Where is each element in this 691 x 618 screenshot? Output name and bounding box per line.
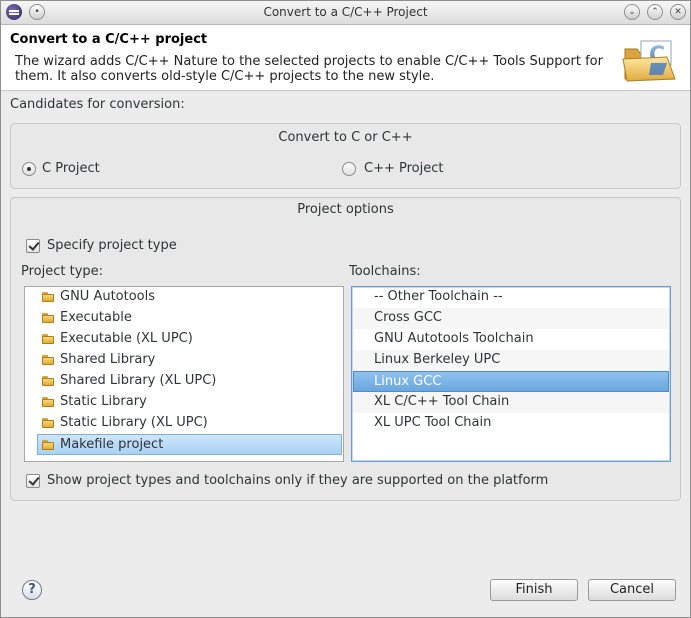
folder-icon (42, 440, 55, 450)
folder-icon (42, 292, 55, 302)
cpp-project-radio[interactable] (342, 162, 356, 176)
cancel-button[interactable]: Cancel (588, 579, 676, 601)
show-supported-only-label[interactable]: Show project types and toolchains only i… (47, 473, 548, 488)
maximize-icon[interactable]: ⌃ (647, 4, 663, 20)
specify-project-type-checkbox[interactable] (26, 239, 40, 253)
list-item[interactable]: Cross GCC (353, 308, 669, 329)
help-icon[interactable]: ? (22, 580, 42, 600)
toolchains-label: Toolchains: (349, 264, 421, 279)
convert-project-dialog: • Convert to a C/C++ Project ⌄ ⌃ ✕ Conve… (0, 0, 691, 618)
project-type-list[interactable]: GNU Autotools Executable Executable (XL … (24, 286, 344, 462)
cpp-project-label[interactable]: C++ Project (364, 161, 443, 176)
folder-icon (42, 376, 55, 386)
folder-icon (42, 355, 55, 365)
candidates-label: Candidates for conversion: (10, 97, 185, 112)
list-item[interactable]: Linux Berkeley UPC (353, 350, 669, 371)
show-supported-only-checkbox[interactable] (26, 474, 40, 488)
wizard-title: Convert to a C/C++ project (10, 32, 208, 47)
toolchains-list[interactable]: -- Other Toolchain -- Cross GCC GNU Auto… (351, 286, 671, 462)
wizard-description: The wizard adds C/C++ Nature to the sele… (15, 54, 603, 84)
list-item[interactable]: Executable (26, 308, 342, 329)
convert-group: Convert to C or C++ C Project C++ Projec… (10, 123, 681, 189)
c-project-radio[interactable] (22, 162, 36, 176)
convert-cpp-wizard-icon: C (622, 40, 676, 82)
project-type-label: Project type: (21, 264, 104, 279)
list-item[interactable]: Executable (XL UPC) (26, 329, 342, 350)
list-item[interactable]: GNU Autotools Toolchain (353, 329, 669, 350)
list-item[interactable]: XL C/C++ Tool Chain (353, 392, 669, 413)
project-options-title: Project options (297, 202, 394, 217)
folder-icon (42, 313, 55, 323)
title-bar[interactable]: • Convert to a C/C++ Project ⌄ ⌃ ✕ (1, 1, 690, 25)
list-item[interactable]: GNU Autotools (26, 287, 342, 308)
wizard-header: Convert to a C/C++ project The wizard ad… (1, 25, 690, 91)
list-item-selected[interactable]: Linux GCC (353, 371, 669, 392)
list-item[interactable]: -- Other Toolchain -- (353, 287, 669, 308)
folder-icon (42, 334, 55, 344)
finish-button[interactable]: Finish (490, 579, 578, 601)
close-icon[interactable]: ✕ (670, 4, 686, 20)
list-item[interactable]: Shared Library (XL UPC) (26, 371, 342, 392)
list-item[interactable]: Shared Library (26, 350, 342, 371)
window-title: Convert to a C/C++ Project (263, 5, 428, 19)
list-item[interactable]: Static Library (26, 392, 342, 413)
list-item[interactable]: XL UPC Tool Chain (353, 413, 669, 434)
folder-icon (42, 397, 55, 407)
specify-project-type-label[interactable]: Specify project type (47, 238, 177, 253)
folder-icon (42, 418, 55, 428)
minimize-icon[interactable]: ⌄ (624, 4, 640, 20)
project-options-group: Project options Specify project type Pro… (10, 197, 681, 501)
c-project-label[interactable]: C Project (42, 161, 100, 176)
list-item-selected[interactable]: Makefile project (37, 434, 342, 455)
convert-group-title: Convert to C or C++ (278, 130, 413, 145)
list-item[interactable]: Static Library (XL UPC) (26, 413, 342, 434)
